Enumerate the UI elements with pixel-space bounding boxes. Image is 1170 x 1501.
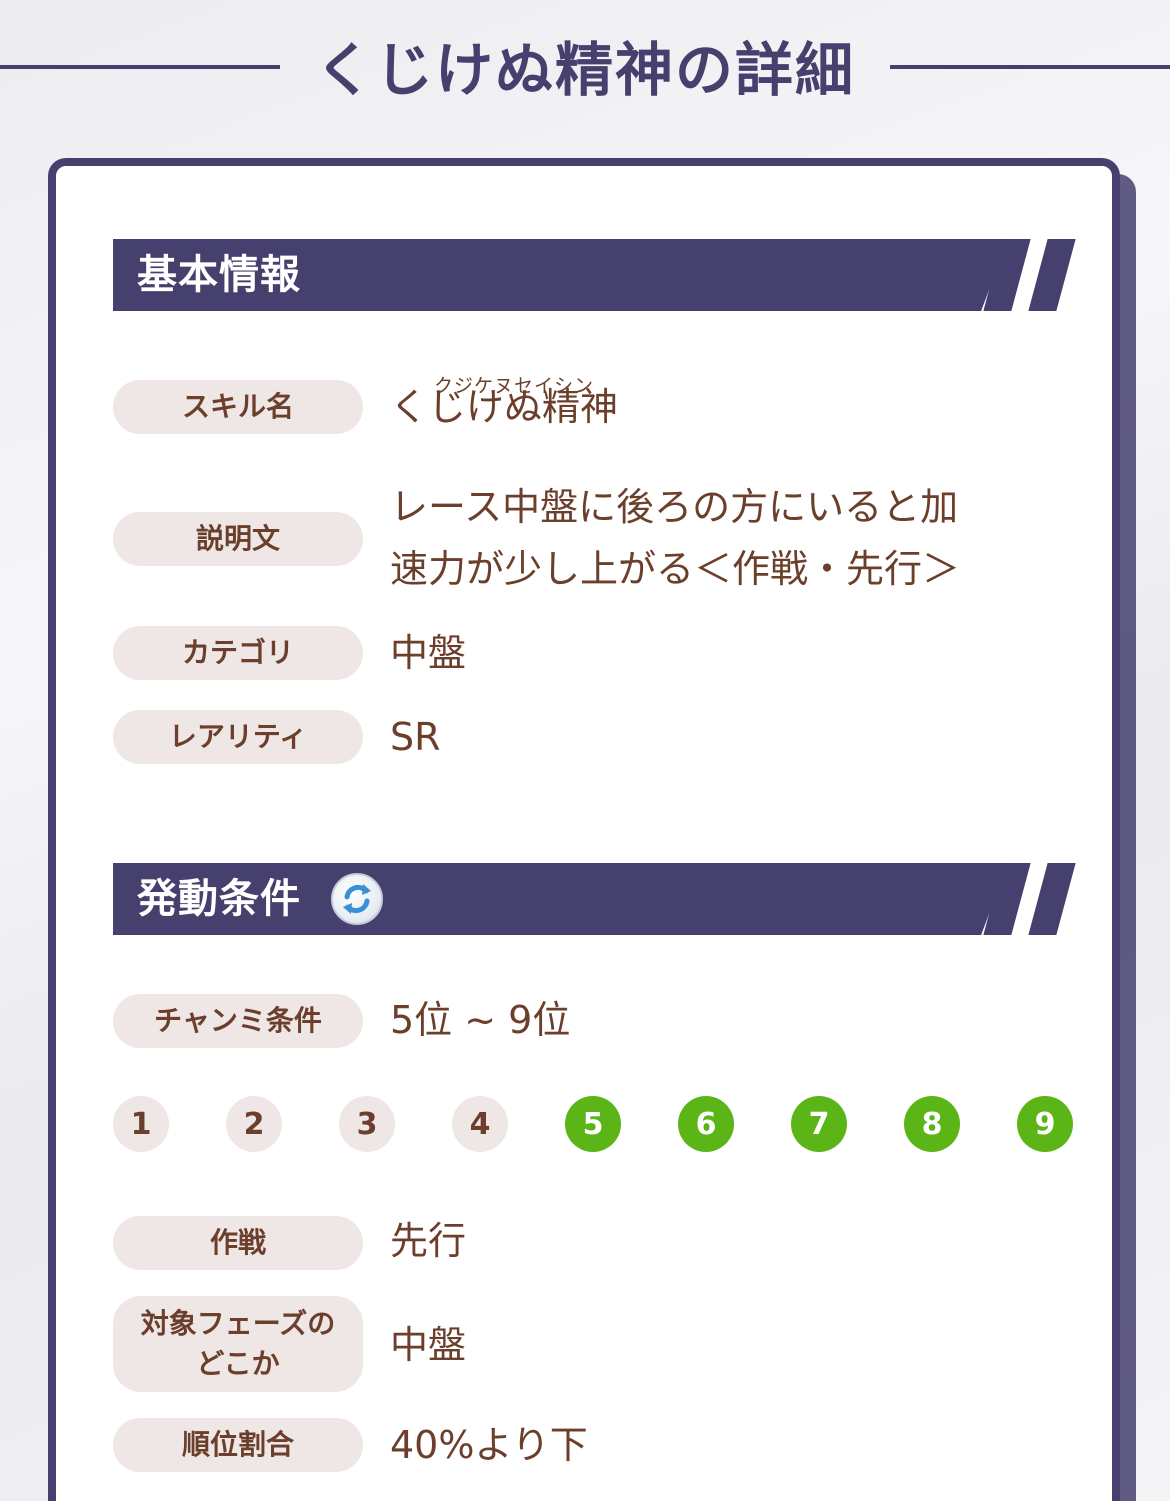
rank-chip-3: 3	[339, 1096, 395, 1152]
detail-card: 基本情報 クジケヌセイシン スキル名 くじけぬ精神 説明文 レース中盤に後ろの方…	[48, 158, 1120, 1501]
rank-chip-1: 1	[113, 1096, 169, 1152]
label-description: 説明文	[113, 512, 363, 566]
label-category: カテゴリ	[113, 626, 363, 680]
refresh-icon[interactable]	[331, 873, 383, 925]
value-description: レース中盤に後ろの方にいると加 速力が少し上がる＜作戦・先行＞	[390, 476, 1090, 600]
rank-chip-4: 4	[452, 1096, 508, 1152]
rank-chip-9: 9	[1017, 1096, 1073, 1152]
value-category: 中盤	[390, 631, 467, 675]
page-title-row: くじけぬ精神の詳細	[0, 30, 1170, 110]
label-strategy: 作戦	[113, 1216, 363, 1270]
title-divider-left	[0, 65, 280, 69]
value-rarity: SR	[390, 715, 441, 759]
section-stripe	[1028, 239, 1076, 311]
section-title-conditions: 発動条件	[137, 876, 301, 922]
section-header-conditions: 発動条件	[113, 863, 1076, 935]
rank-chip-5: 5	[565, 1096, 621, 1152]
label-champ: チャンミ条件	[113, 994, 363, 1048]
value-skill-name: くじけぬ精神	[390, 385, 619, 429]
section-title-basic: 基本情報	[137, 252, 301, 298]
section-stripe	[1028, 863, 1076, 935]
value-champ: 5位 ~ 9位	[390, 998, 571, 1042]
value-rank-ratio: 40%より下	[390, 1423, 588, 1467]
title-divider-right	[890, 65, 1170, 69]
description-line-1: レース中盤に後ろの方にいると加	[390, 485, 959, 529]
label-skill-name: スキル名	[113, 380, 363, 434]
page-title: くじけぬ精神の詳細	[314, 36, 855, 104]
description-line-2: 速力が少し上がる＜作戦・先行＞	[390, 547, 961, 591]
value-phase: 中盤	[390, 1323, 467, 1367]
rank-chip-8: 8	[904, 1096, 960, 1152]
section-header-basic: 基本情報	[113, 239, 1076, 311]
value-strategy: 先行	[390, 1219, 467, 1263]
rank-chip-2: 2	[226, 1096, 282, 1152]
phase-label-line-2: どこか	[196, 1347, 280, 1380]
label-rarity: レアリティ	[113, 710, 363, 764]
rank-chip-7: 7	[791, 1096, 847, 1152]
rank-chip-6: 6	[678, 1096, 734, 1152]
label-rank-ratio: 順位割合	[113, 1418, 363, 1472]
label-phase: 対象フェーズの どこか	[113, 1296, 363, 1392]
phase-label-line-1: 対象フェーズの	[140, 1307, 336, 1340]
